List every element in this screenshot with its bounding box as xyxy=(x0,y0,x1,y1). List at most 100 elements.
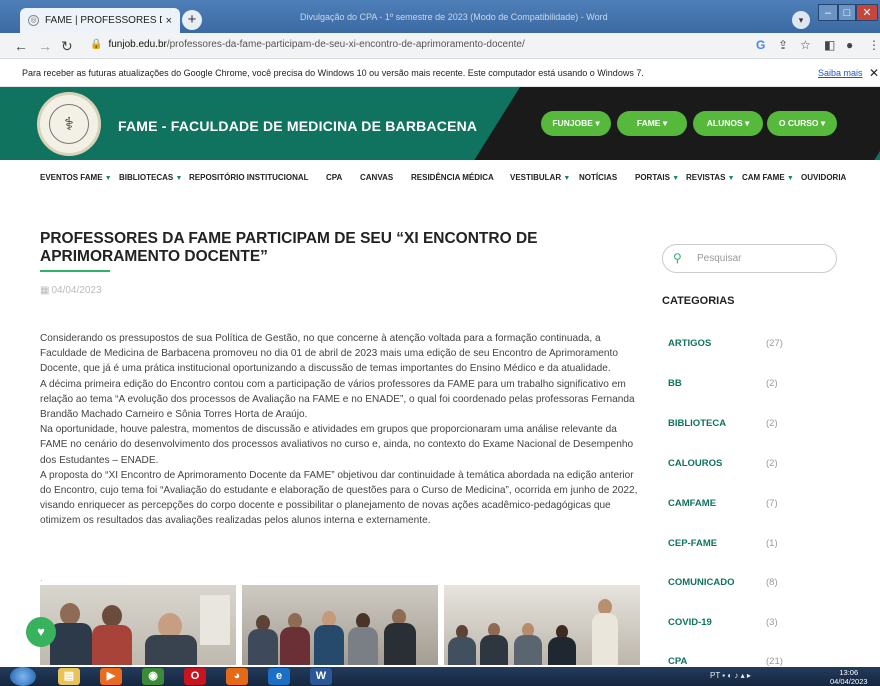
caret-down-icon: ▼ xyxy=(672,175,680,182)
maximize-button[interactable]: □ xyxy=(838,4,856,21)
event-photo[interactable] xyxy=(444,585,640,665)
forward-icon[interactable]: → xyxy=(38,38,52,54)
start-button[interactable] xyxy=(10,667,36,686)
reload-icon[interactable]: ↻ xyxy=(61,38,73,55)
fame-logo[interactable]: ⚕ xyxy=(37,92,101,156)
clock-time: 13:06 xyxy=(839,668,859,677)
browser-titlebar: ◎ FAME | PROFESSORES DA FAME × + Divulga… xyxy=(0,0,880,33)
system-tray[interactable]: PT ▪ ◐ ♪ ▴ ▸ xyxy=(710,671,751,680)
menu-item-eventos-fame[interactable]: EVENTOS FAME ▼ xyxy=(40,173,112,182)
site-name[interactable]: FAME - FACULDADE DE MEDICINA DE BARBACEN… xyxy=(118,118,477,134)
new-tab-button[interactable]: + xyxy=(182,10,202,30)
event-photo[interactable] xyxy=(40,585,236,665)
infobar-message: Para receber as futuras atualizações do … xyxy=(22,68,644,78)
pill-funjobe[interactable]: FUNJOBE ▾ xyxy=(541,111,611,136)
menu-item-residencia[interactable]: RESIDÊNCIA MÉDICA xyxy=(411,173,494,182)
pill-o-curso[interactable]: O CURSO ▾ xyxy=(767,111,837,136)
date-text: 04/04/2023 xyxy=(51,285,102,296)
menu-item-cam-fame[interactable]: CAM FAME ▼ xyxy=(742,173,794,182)
person-body xyxy=(548,637,576,665)
menu-dots-icon[interactable]: ⋮ xyxy=(868,38,880,52)
browser-tab[interactable]: ◎ FAME | PROFESSORES DA FAME × xyxy=(20,8,180,33)
category-link-artigos[interactable]: ARTIGOS xyxy=(668,338,711,349)
accessibility-button[interactable]: ♥ xyxy=(26,617,56,647)
menu-item-portais[interactable]: PORTAIS ▼ xyxy=(635,173,679,182)
language-indicator: PT xyxy=(710,671,721,680)
category-link-biblioteca[interactable]: BIBLIOTECA xyxy=(668,418,726,429)
profile-icon[interactable]: ● xyxy=(846,38,853,52)
category-link-camfame[interactable]: CAMFAME xyxy=(668,498,716,509)
menu-item-repositorio[interactable]: REPOSITÓRIO INSTITUCIONAL xyxy=(189,173,309,182)
file-explorer-icon[interactable]: ▤ xyxy=(58,668,80,685)
category-link-comunicado[interactable]: COMUNICADO xyxy=(668,577,735,588)
article-paragraph: A décima primeira edição do Encontro con… xyxy=(40,378,635,421)
category-count: (2) xyxy=(766,418,778,429)
category-count: (7) xyxy=(766,498,778,509)
category-count: (2) xyxy=(766,458,778,469)
tab-close-button[interactable]: × xyxy=(166,15,172,27)
category-link-calouros[interactable]: CALOUROS xyxy=(668,458,722,469)
person-body xyxy=(314,625,344,665)
menu-label: CANVAS xyxy=(360,173,394,182)
event-photo[interactable] xyxy=(242,585,438,665)
bookmark-star-icon[interactable]: ☆ xyxy=(800,38,811,52)
internet-explorer-icon[interactable]: e xyxy=(268,668,290,685)
search-field[interactable]: ⚲ Pesquisar xyxy=(662,244,837,273)
google-icon[interactable]: G xyxy=(756,38,765,52)
menu-item-vestibular[interactable]: VESTIBULAR ▼ xyxy=(510,173,570,182)
search-icon: ⚲ xyxy=(673,251,682,265)
site-header: ⚕ FAME - FACULDADE DE MEDICINA DE BARBAC… xyxy=(0,87,880,160)
close-window-button[interactable]: ✕ xyxy=(856,4,878,21)
url-field[interactable]: 🔒 funjob.edu.br/professores-da-fame-parti… xyxy=(90,39,525,50)
person-body xyxy=(50,623,92,665)
category-link-bb[interactable]: BB xyxy=(668,378,682,389)
url-host: funjob.edu.br xyxy=(108,39,167,50)
opera-icon[interactable]: O xyxy=(184,668,206,685)
back-icon[interactable]: ← xyxy=(14,38,28,54)
pill-label: O CURSO xyxy=(778,118,819,128)
pill-fame[interactable]: FAME ▾ xyxy=(617,111,687,136)
menu-label: REPOSITÓRIO INSTITUCIONAL xyxy=(189,173,309,182)
tab-search-icon[interactable]: ▾ xyxy=(792,11,810,29)
infobar-learn-more-link[interactable]: Saiba mais xyxy=(818,68,863,78)
category-link-cpa[interactable]: CPA xyxy=(668,656,687,667)
categories-heading: CATEGORIAS xyxy=(662,295,735,307)
url-path: /professores-da-fame-participam-de-seu-x… xyxy=(166,39,525,50)
menu-item-revistas[interactable]: REVISTAS ▼ xyxy=(686,173,735,182)
article-title: PROFESSORES DA FAME PARTICIPAM DE SEU “X… xyxy=(40,230,538,265)
category-count: (21) xyxy=(766,656,783,667)
heart-icon: ♥ xyxy=(37,624,45,639)
word-icon[interactable]: W xyxy=(310,668,332,685)
menu-label: VESTIBULAR xyxy=(510,173,562,182)
article-paragraph: Considerando os pressupostos de sua Polí… xyxy=(40,333,618,375)
door-shape xyxy=(200,595,230,645)
media-player-icon[interactable]: ▶ xyxy=(100,668,122,685)
firefox-icon[interactable]: ◕ xyxy=(226,668,248,685)
menu-item-ouvidoria[interactable]: OUVIDORIA xyxy=(801,173,846,182)
category-link-cep-fame[interactable]: CEP-FAME xyxy=(668,538,717,549)
clock-date: 04/04/2023 xyxy=(830,677,868,686)
category-count: (8) xyxy=(766,577,778,588)
category-link-covid-19[interactable]: COVID-19 xyxy=(668,617,712,628)
taskbar-clock[interactable]: 13:06 04/04/2023 xyxy=(830,668,868,686)
menu-item-noticias[interactable]: NOTÍCIAS xyxy=(579,173,617,182)
menu-item-canvas[interactable]: CANVAS xyxy=(360,173,393,182)
minimize-button[interactable]: – xyxy=(818,4,838,21)
menu-item-bibliotecas[interactable]: BIBLIOTECAS ▼ xyxy=(119,173,182,182)
pill-label: FUNJOBE xyxy=(552,118,593,128)
menu-label: REVISTAS xyxy=(686,173,726,182)
category-count: (27) xyxy=(766,338,783,349)
pill-label: FAME xyxy=(636,118,661,128)
category-count: (3) xyxy=(766,617,778,628)
pill-alunos[interactable]: ALUNOS ▾ xyxy=(693,111,763,136)
share-icon[interactable]: ⇪ xyxy=(778,38,788,52)
pill-label: ALUNOS xyxy=(706,118,743,128)
caret-down-icon: ▼ xyxy=(104,175,112,182)
sidepanel-icon[interactable]: ◧ xyxy=(824,38,835,52)
infobar-close-icon[interactable]: ✕ xyxy=(869,66,879,80)
chrome-icon[interactable]: ◉ xyxy=(142,668,164,685)
article-date: ▦ 04/04/2023 xyxy=(40,285,102,296)
person-body xyxy=(348,627,378,665)
main-menu: EVENTOS FAME ▼ BIBLIOTECAS ▼ REPOSITÓRIO… xyxy=(0,160,880,196)
menu-item-cpa[interactable]: CPA xyxy=(326,173,342,182)
